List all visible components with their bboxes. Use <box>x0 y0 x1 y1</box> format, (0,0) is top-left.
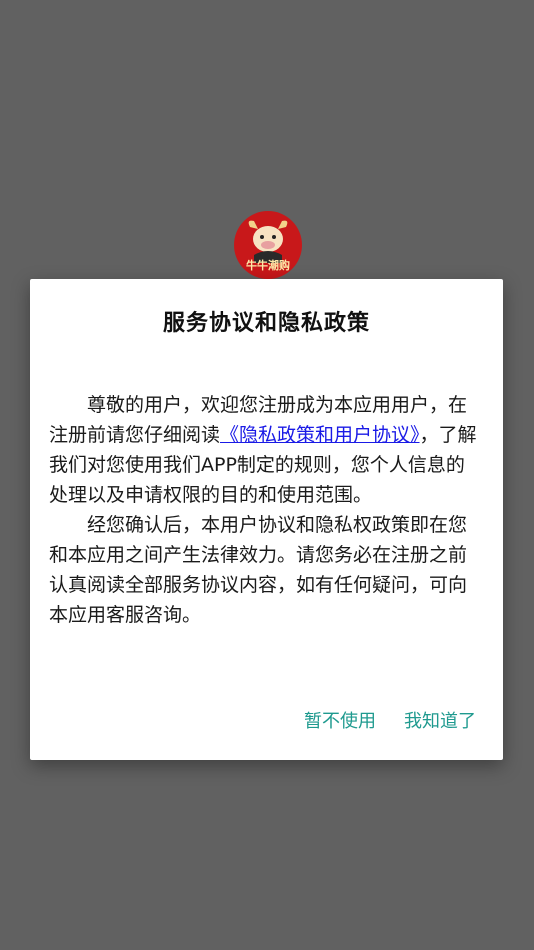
paragraph-confirm: 经您确认后，本用户协议和隐私权政策即在您和本应用之间产生法律效力。请您务必在注册… <box>49 514 468 626</box>
paragraph-intro: 尊敬的用户，欢迎您注册成为本应用用户，在注册前请您仔细阅读《隐私政策和用户协议》… <box>49 390 483 510</box>
dialog-title: 服务协议和隐私政策 <box>162 311 370 336</box>
agreement-dialog: 服务协议和隐私政策 尊敬的用户，欢迎您注册成为本应用用户，在注册前请您仔细阅读《… <box>30 279 503 760</box>
decline-button[interactable]: 暂不使用 <box>304 707 376 733</box>
dialog-actions: 暂不使用 我知道了 <box>304 707 476 733</box>
privacy-agreement-link[interactable]: 《隐私政策和用户协议》 <box>220 424 420 446</box>
dialog-body: 尊敬的用户，欢迎您注册成为本应用用户，在注册前请您仔细阅读《隐私政策和用户协议》… <box>49 390 483 630</box>
logo-text: 牛牛潮购 <box>246 259 290 272</box>
app-logo: 牛牛潮购 <box>234 211 302 279</box>
accept-button[interactable]: 我知道了 <box>404 707 476 733</box>
